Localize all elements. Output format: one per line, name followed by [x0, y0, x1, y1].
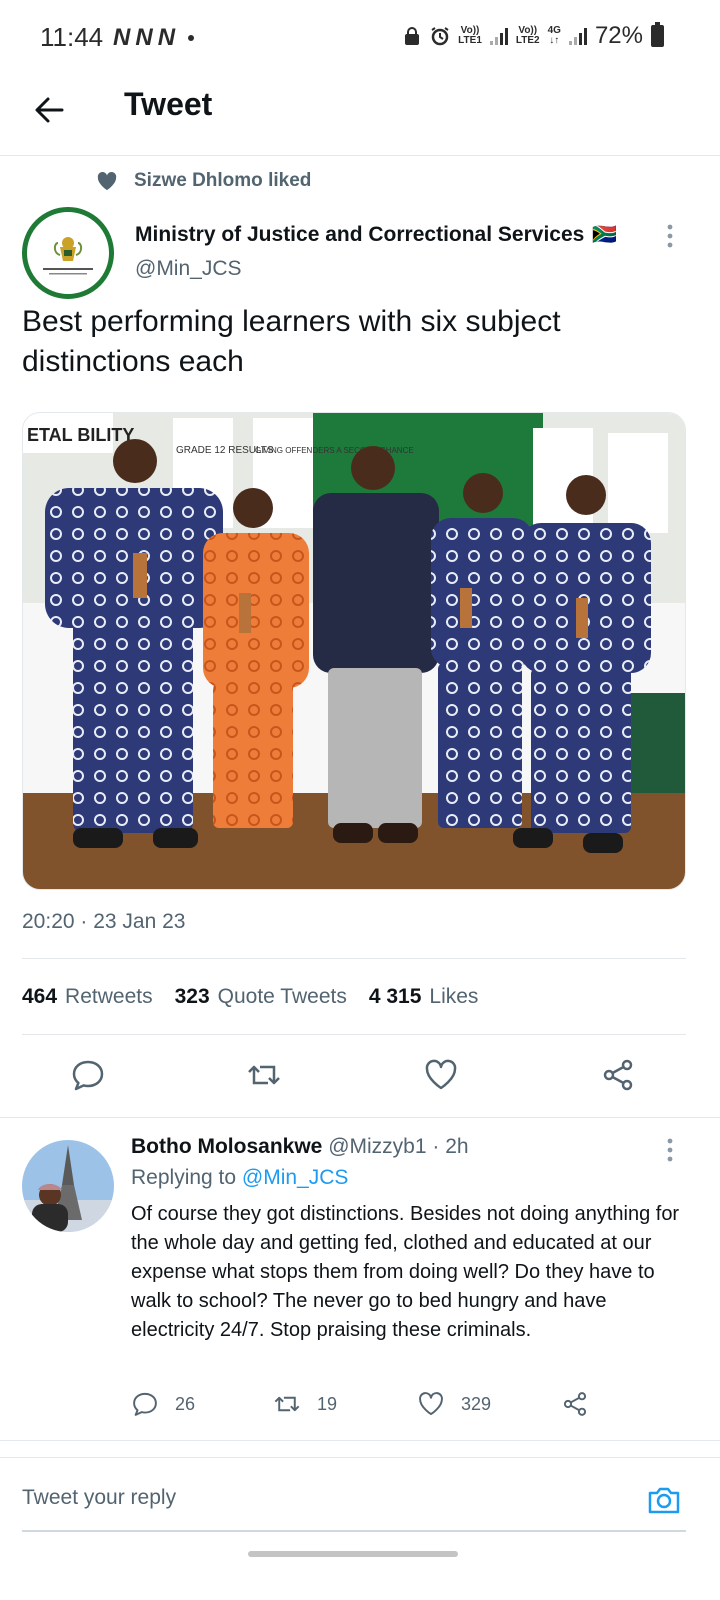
replying-to: Replying to @Min_JCS [131, 1166, 348, 1190]
back-arrow-icon[interactable] [30, 90, 70, 130]
page-title: Tweet [124, 86, 213, 122]
quote-tweets-stat[interactable]: 323 Quote Tweets [175, 985, 347, 1009]
replying-to-handle[interactable]: @Min_JCS [242, 1166, 349, 1189]
reply-author-name[interactable]: Botho Molosankwe [131, 1135, 322, 1158]
social-context-text: Sizwe Dhlomo liked [134, 170, 312, 191]
reply-action-bar: 26 19 329 [131, 1390, 671, 1420]
author-name[interactable]: Ministry of Justice and Correctional Ser… [135, 222, 617, 247]
camera-icon[interactable] [646, 1482, 682, 1518]
heart-filled-icon [97, 171, 117, 191]
reply-count: 26 [175, 1393, 196, 1414]
reply-author-handle[interactable]: @Mizzyb1 [328, 1135, 426, 1158]
reply-more-options-icon[interactable] [664, 1136, 676, 1164]
tweet-stats: 464 Retweets 323 Quote Tweets 4 315 Likes [22, 985, 478, 1009]
south-africa-flag-icon: 🇿🇦 [592, 224, 618, 246]
status-bar: 11:44 N N N Vo)) LTE1 Vo)) LTE2 4G ↓↑ 72% [0, 0, 720, 78]
retweet-count: 19 [317, 1393, 338, 1414]
notification-icons: N N N [113, 24, 195, 52]
netflix-notification-icon: N [113, 24, 130, 51]
photo-sign-2: GIVING OFFENDERS A SECOND CHANCE [255, 446, 414, 455]
divider [22, 958, 686, 959]
status-icons: Vo)) LTE1 Vo)) LTE2 4G ↓↑ 72% [402, 22, 664, 50]
battery-percentage: 72% [594, 22, 643, 49]
share-icon[interactable] [600, 1057, 636, 1093]
reply-share-button[interactable] [561, 1390, 589, 1418]
reply-text: Of course they got distinctions. Besides… [131, 1203, 680, 1341]
reply-like-button[interactable]: 329 [417, 1390, 491, 1418]
share-icon [563, 1392, 587, 1416]
divider [0, 1117, 720, 1118]
retweets-stat[interactable]: 464 Retweets [22, 985, 153, 1009]
tweet-photo[interactable]: ETAL BILITY GRADE 12 RESULTS GIVING OFFE… [22, 412, 686, 890]
tweet-text: Best performing learners with six subjec… [22, 305, 561, 378]
netflix-notification-icon: N [157, 24, 175, 51]
volte-lte2-indicator: Vo)) LTE2 [515, 25, 540, 46]
tweet-photo-image: ETAL BILITY GRADE 12 RESULTS GIVING OFFE… [23, 413, 685, 889]
like-icon[interactable] [423, 1057, 459, 1093]
divider [22, 1034, 686, 1035]
tweet-action-bar [0, 1057, 720, 1097]
signal-strength-1-icon [489, 27, 508, 45]
top-app-bar: Tweet [0, 78, 720, 156]
status-time: 11:44 [40, 22, 104, 52]
reply-input-underline [22, 1530, 686, 1532]
more-options-icon[interactable] [664, 222, 676, 250]
author-handle[interactable]: @Min_JCS [135, 257, 242, 281]
reply-icon[interactable] [70, 1057, 106, 1093]
reply-time: · 2h [432, 1135, 469, 1158]
battery-icon [651, 22, 664, 47]
reply-input[interactable]: Tweet your reply [22, 1486, 176, 1510]
divider [0, 1440, 720, 1441]
reply-composer: Tweet your reply [0, 1457, 720, 1533]
tweet-timestamp: 20:20 · 23 Jan 23 [22, 910, 186, 933]
likes-stat[interactable]: 4 315 Likes [369, 985, 479, 1009]
author-name-text: Ministry of Justice and Correctional Ser… [135, 222, 585, 246]
like-count: 329 [461, 1393, 492, 1414]
like-icon [419, 1392, 443, 1416]
retweet-icon [274, 1396, 300, 1412]
4g-indicator: 4G ↓↑ [547, 25, 561, 46]
reply-avatar-image [22, 1140, 114, 1232]
reply-retweet-button[interactable]: 19 [273, 1390, 337, 1418]
alarm-icon [431, 27, 449, 46]
signal-strength-2-icon [568, 27, 587, 45]
social-context[interactable]: Sizwe Dhlomo liked [96, 170, 311, 192]
coat-of-arms-icon [43, 237, 93, 275]
volte-lte1-indicator: Vo)) LTE1 [458, 25, 482, 46]
lock-icon [405, 27, 420, 45]
more-notifications-dot-icon [188, 35, 195, 41]
replying-to-prefix: Replying to [131, 1166, 237, 1189]
netflix-notification-icon: N [135, 24, 152, 51]
author-avatar[interactable] [22, 207, 114, 299]
reply-reply-button[interactable]: 26 [131, 1390, 195, 1418]
reply-author-avatar[interactable] [22, 1140, 114, 1232]
retweet-icon[interactable] [246, 1057, 282, 1093]
photo-sign-3: ETAL BILITY [27, 425, 134, 445]
reply-icon [133, 1392, 157, 1416]
reply-header: Botho Molosankwe @Mizzyb1 · 2h [131, 1135, 469, 1159]
home-indicator[interactable] [248, 1551, 458, 1557]
